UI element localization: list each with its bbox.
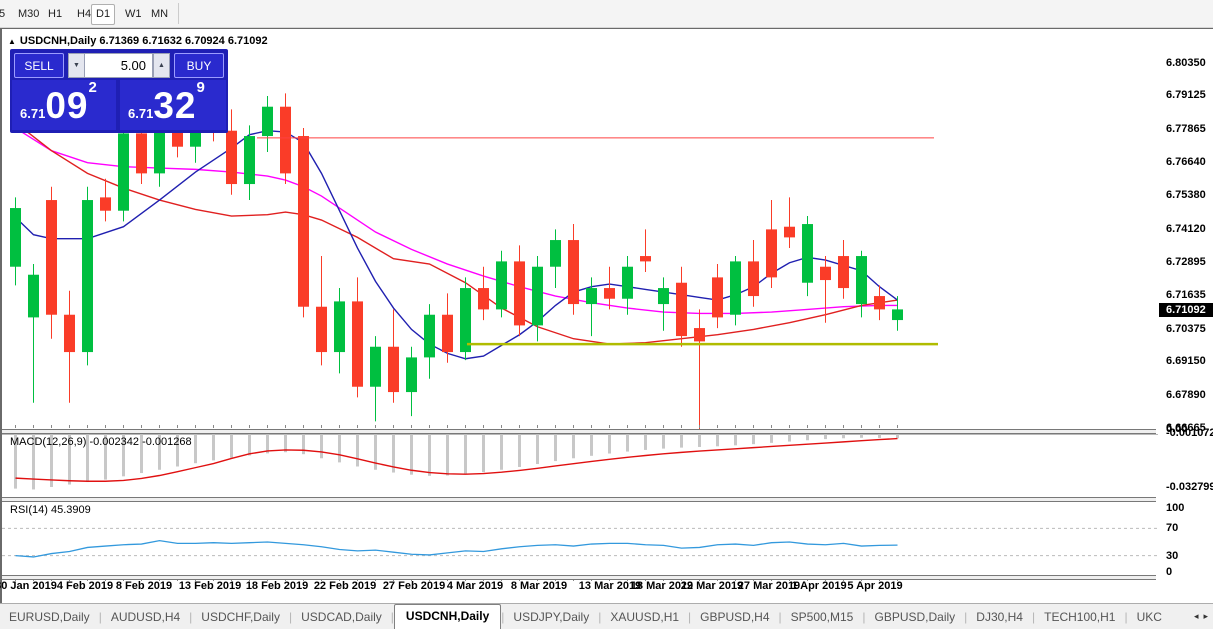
macd-axis-bottom-label: -0.032799 bbox=[1166, 481, 1213, 493]
time-axis[interactable]: 30 Jan 20194 Feb 20198 Feb 201913 Feb 20… bbox=[2, 578, 1158, 600]
price-axis-label: 6.70375 bbox=[1166, 323, 1206, 335]
one-click-trading-panel: SELL ▼ 5.00 ▲ BUY 6.71092 6.71329 bbox=[10, 49, 228, 133]
macd-axis-current-label: -0.001072 bbox=[1166, 427, 1213, 439]
timeframe-button-w1[interactable]: W1 bbox=[120, 4, 147, 25]
price-axis-label: 6.71635 bbox=[1166, 289, 1206, 301]
date-axis-label: 5 Apr 2019 bbox=[833, 580, 917, 592]
chart-title: ▲ USDCNH,Daily 6.71369 6.71632 6.70924 6.… bbox=[8, 35, 268, 47]
rsi-level-lines bbox=[2, 528, 1158, 555]
tab-scroll-left-icon[interactable]: ◂ bbox=[1194, 611, 1204, 629]
chart-tab-usdcad[interactable]: USDCAD,Daily bbox=[292, 606, 391, 629]
sell-price-button[interactable]: 6.71092 bbox=[12, 80, 116, 130]
chart-tab-usdjpy[interactable]: USDJPY,Daily bbox=[504, 606, 598, 629]
date-tick-marks bbox=[16, 425, 898, 581]
chart-tab-bar: EURUSD,Daily|AUDUSD,H4|USDCHF,Daily|USDC… bbox=[0, 603, 1213, 629]
collapse-arrow-icon[interactable]: ▲ bbox=[8, 37, 16, 46]
buy-price-pip: 9 bbox=[196, 79, 204, 96]
timeframe-button-mn[interactable]: MN bbox=[146, 4, 173, 25]
up-arrow-icon: ▲ bbox=[158, 62, 165, 69]
chart-tab-gbpusd[interactable]: GBPUSD,Daily bbox=[865, 606, 964, 629]
price-axis-label: 6.77865 bbox=[1166, 123, 1206, 135]
timeframe-toolbar: 5M30H1H4D1W1MN bbox=[0, 0, 1213, 28]
price-axis-label: 6.69150 bbox=[1166, 355, 1206, 367]
price-axis-label: 6.67890 bbox=[1166, 389, 1206, 401]
price-axis-label: 6.76640 bbox=[1166, 156, 1206, 168]
sell-price-digits: 09 bbox=[45, 85, 88, 126]
sell-price-pip: 2 bbox=[88, 79, 96, 96]
panel-separator[interactable] bbox=[2, 429, 1156, 434]
chart-tab-tech100[interactable]: TECH100,H1 bbox=[1035, 606, 1124, 629]
buy-button[interactable]: BUY bbox=[174, 53, 224, 78]
timeframe-button-m30[interactable]: M30 bbox=[13, 4, 44, 25]
price-axis-label: 6.72895 bbox=[1166, 256, 1206, 268]
price-axis-label: 6.80350 bbox=[1166, 57, 1206, 69]
panel-separator[interactable] bbox=[2, 497, 1156, 502]
ma-slow-line bbox=[16, 128, 898, 313]
mt4-terminal-window: 5M30H1H4D1W1MN ▲ USDCNH,Daily 6.71369 6.7… bbox=[0, 0, 1213, 629]
price-axis[interactable]: 6.80350 6.79125 6.77865 6.76640 6.75380 6.741… bbox=[1158, 29, 1213, 577]
buy-price-digits: 32 bbox=[153, 85, 196, 126]
volume-input[interactable]: 5.00 bbox=[84, 53, 153, 78]
timeframe-button-d1[interactable]: D1 bbox=[91, 4, 115, 25]
chart-tab-eurusd[interactable]: EURUSD,Daily bbox=[0, 606, 99, 629]
price-axis-label: 6.75380 bbox=[1166, 189, 1206, 201]
ma-mid-line bbox=[16, 123, 898, 344]
down-arrow-icon: ▼ bbox=[73, 62, 80, 69]
chart-tab-usdcnh[interactable]: USDCNH,Daily bbox=[394, 604, 501, 629]
chart-tab-dj30[interactable]: DJ30,H4 bbox=[967, 606, 1032, 629]
tab-scroll-right-icon[interactable]: ▸ bbox=[1203, 611, 1213, 629]
chart-tab-audusd[interactable]: AUDUSD,H4 bbox=[102, 606, 189, 629]
ohlc-values: 6.71369 6.71632 6.70924 6.71092 bbox=[99, 35, 267, 47]
chart-window: ▲ USDCNH,Daily 6.71369 6.71632 6.70924 6.… bbox=[0, 28, 1213, 603]
chart-tab-xauusd[interactable]: XAUUSD,H1 bbox=[601, 606, 688, 629]
timeframe-button-h1[interactable]: H1 bbox=[43, 4, 67, 25]
rsi-axis-label: 30 bbox=[1166, 550, 1178, 562]
chart-tab-sp500[interactable]: SP500,M15 bbox=[782, 606, 863, 629]
rsi-indicator-label: RSI(14) 45.3909 bbox=[10, 504, 91, 516]
candles-layer bbox=[10, 83, 903, 430]
chart-tab-gbpusd[interactable]: GBPUSD,H4 bbox=[691, 606, 778, 629]
ma-fast-line bbox=[16, 131, 898, 359]
volume-increase-button[interactable]: ▲ bbox=[153, 53, 170, 78]
symbol-label: USDCNH,Daily bbox=[20, 35, 96, 47]
chart-tab-ukc[interactable]: UKC bbox=[1128, 606, 1171, 629]
current-price-badge: 6.71092 bbox=[1159, 303, 1213, 317]
price-axis-label: 6.74120 bbox=[1166, 223, 1206, 235]
volume-decrease-button[interactable]: ▼ bbox=[68, 53, 85, 78]
buy-price-button[interactable]: 6.71329 bbox=[120, 80, 226, 130]
buy-price-prefix: 6.71 bbox=[128, 106, 153, 121]
chart-tab-usdchf[interactable]: USDCHF,Daily bbox=[192, 606, 289, 629]
rsi-axis-label: 0 bbox=[1166, 566, 1172, 578]
rsi-line bbox=[16, 541, 898, 557]
toolbar-separator bbox=[178, 3, 179, 24]
sell-button[interactable]: SELL bbox=[14, 53, 64, 78]
rsi-axis-label: 100 bbox=[1166, 502, 1184, 514]
price-axis-label: 6.79125 bbox=[1166, 89, 1206, 101]
sell-price-prefix: 6.71 bbox=[20, 106, 45, 121]
rsi-axis-label: 70 bbox=[1166, 522, 1178, 534]
timeframe-button-5[interactable]: 5 bbox=[0, 4, 10, 25]
macd-indicator-label: MACD(12,26,9) -0.002342 -0.001268 bbox=[10, 436, 192, 448]
